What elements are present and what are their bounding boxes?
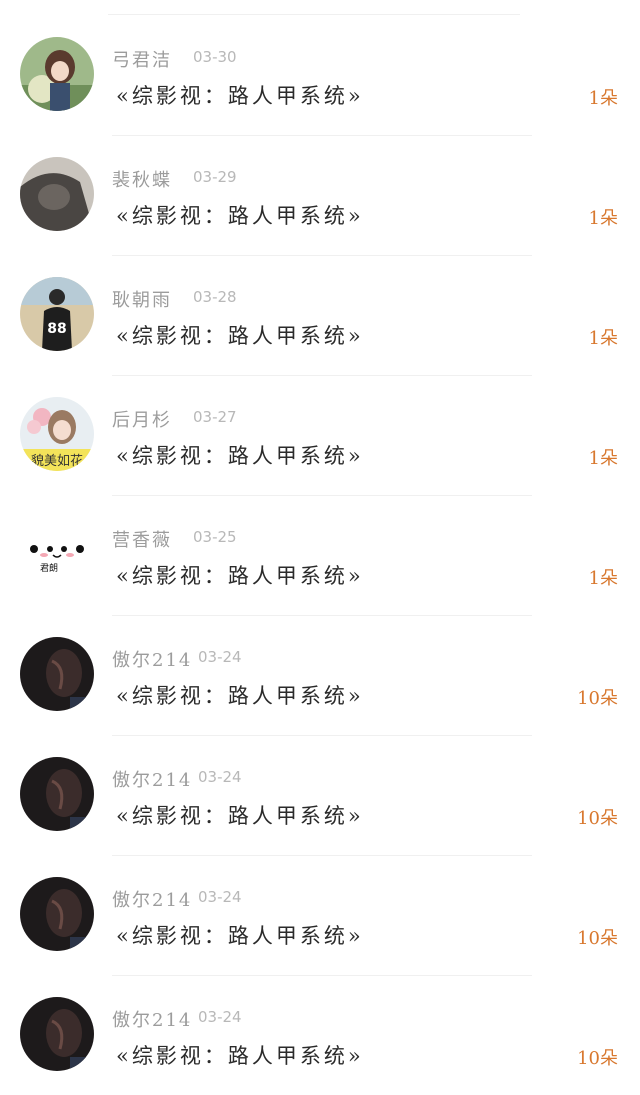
list-item[interactable]: 88 耿朝雨 03-28 «综影视：路人甲系统» 1朵 (0, 240, 640, 376)
book-title: «综影视：路人甲系统» (116, 324, 364, 348)
flower-count: 1朵 (588, 208, 618, 229)
avatar[interactable] (20, 757, 94, 831)
user-name: 营香薇 (112, 530, 172, 551)
gift-date: 03-27 (193, 408, 237, 426)
avatar[interactable]: 君朗 (20, 517, 94, 591)
list-item[interactable]: 傲尔214 03-24 «综影视：路人甲系统» 10朵 (0, 720, 640, 856)
flower-count: 10朵 (577, 1048, 618, 1069)
avatar[interactable] (20, 157, 94, 231)
user-name: 傲尔214 (112, 770, 193, 791)
avatar-banner-text: 貌美如花 (31, 453, 83, 469)
avatar[interactable] (20, 997, 94, 1071)
list-item[interactable]: 傲尔214 03-24 «综影视：路人甲系统» 10朵 (0, 600, 640, 736)
flower-count: 10朵 (577, 808, 618, 829)
user-name: 傲尔214 (112, 650, 193, 671)
gift-date: 03-25 (193, 528, 237, 546)
book-title: «综影视：路人甲系统» (116, 564, 364, 588)
user-name: 耿朝雨 (112, 290, 172, 311)
book-title: «综影视：路人甲系统» (116, 924, 364, 948)
avatar[interactable] (20, 637, 94, 711)
gift-date: 03-24 (198, 648, 242, 666)
avatar[interactable]: 貌美如花 (20, 397, 94, 471)
list-item[interactable]: 貌美如花 后月杉 03-27 «综影视：路人甲系统» 1朵 (0, 360, 640, 496)
gift-date: 03-24 (198, 768, 242, 786)
gift-date: 03-24 (198, 888, 242, 906)
flower-count: 1朵 (588, 88, 618, 109)
book-title: «综影视：路人甲系统» (116, 1044, 364, 1068)
list-item[interactable]: 弓君洁 03-30 «综影视：路人甲系统» 1朵 (0, 0, 640, 136)
avatar[interactable] (20, 37, 94, 111)
book-title: «综影视：路人甲系统» (116, 684, 364, 708)
flower-count: 1朵 (588, 568, 618, 589)
flower-count: 10朵 (577, 688, 618, 709)
flower-count: 10朵 (577, 928, 618, 949)
avatar[interactable] (20, 877, 94, 951)
list-item[interactable]: 裴秋蝶 03-29 «综影视：路人甲系统» 1朵 (0, 120, 640, 256)
list-item[interactable]: 傲尔214 03-24 «综影视：路人甲系统» 10朵 (0, 840, 640, 976)
book-title: «综影视：路人甲系统» (116, 804, 364, 828)
list-item[interactable]: 傲尔214 03-24 «综影视：路人甲系统» 10朵 (0, 960, 640, 1080)
user-name: 裴秋蝶 (112, 170, 172, 191)
gift-date: 03-24 (198, 1008, 242, 1026)
list-item[interactable]: 君朗 营香薇 03-25 «综影视：路人甲系统» 1朵 (0, 480, 640, 616)
user-name: 弓君洁 (112, 50, 172, 71)
flower-count: 1朵 (588, 328, 618, 349)
user-name: 傲尔214 (112, 890, 193, 911)
user-name: 后月杉 (112, 410, 172, 431)
avatar[interactable]: 88 (20, 277, 94, 351)
gift-date: 03-29 (193, 168, 237, 186)
book-title: «综影视：路人甲系统» (116, 84, 364, 108)
gift-date: 03-30 (193, 48, 237, 66)
jersey-number: 88 (47, 321, 66, 337)
user-name: 傲尔214 (112, 1010, 193, 1031)
flower-count: 1朵 (588, 448, 618, 469)
book-title: «综影视：路人甲系统» (116, 444, 364, 468)
book-title: «综影视：路人甲系统» (116, 204, 364, 228)
gift-date: 03-28 (193, 288, 237, 306)
avatar-badge-text: 君朗 (40, 562, 58, 574)
